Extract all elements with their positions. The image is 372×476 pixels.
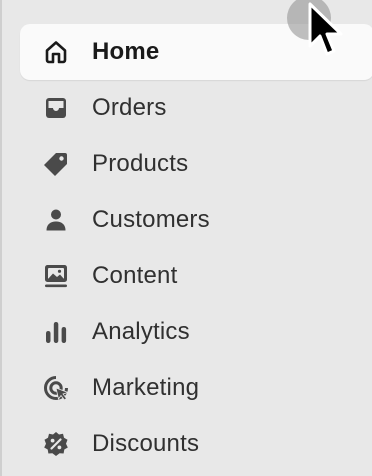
- sidebar-item-products[interactable]: Products: [20, 136, 372, 192]
- sidebar-item-label: Products: [92, 150, 189, 177]
- sidebar-item-analytics[interactable]: Analytics: [20, 304, 372, 360]
- sidebar-item-label: Marketing: [92, 374, 200, 401]
- sidebar-item-label: Orders: [92, 94, 167, 121]
- sidebar-item-content[interactable]: Content: [20, 248, 372, 304]
- sidebar-item-label: Discounts: [92, 430, 200, 457]
- sidebar-item-discounts[interactable]: Discounts: [20, 416, 372, 472]
- sidebar-item-marketing[interactable]: Marketing: [20, 360, 372, 416]
- home-icon: [42, 38, 70, 66]
- person-icon: [42, 206, 70, 234]
- bar-chart-icon: [42, 318, 70, 346]
- sidebar-item-label: Analytics: [92, 318, 190, 345]
- sidebar-item-customers[interactable]: Customers: [20, 192, 372, 248]
- sidebar-item-orders[interactable]: Orders: [20, 80, 372, 136]
- tag-icon: [42, 150, 70, 178]
- sidebar-item-label: Content: [92, 262, 178, 289]
- nav-list: Home Orders Products Customers Content A…: [20, 24, 372, 472]
- image-icon: [42, 262, 70, 290]
- target-icon: [42, 374, 70, 402]
- discount-badge-icon: [42, 430, 70, 458]
- inbox-icon: [42, 94, 70, 122]
- sidebar-item-label: Customers: [92, 206, 210, 233]
- sidebar-nav: Home Orders Products Customers Content A…: [0, 0, 372, 476]
- mouse-pointer-icon: [308, 2, 343, 56]
- sidebar-item-label: Home: [92, 38, 160, 65]
